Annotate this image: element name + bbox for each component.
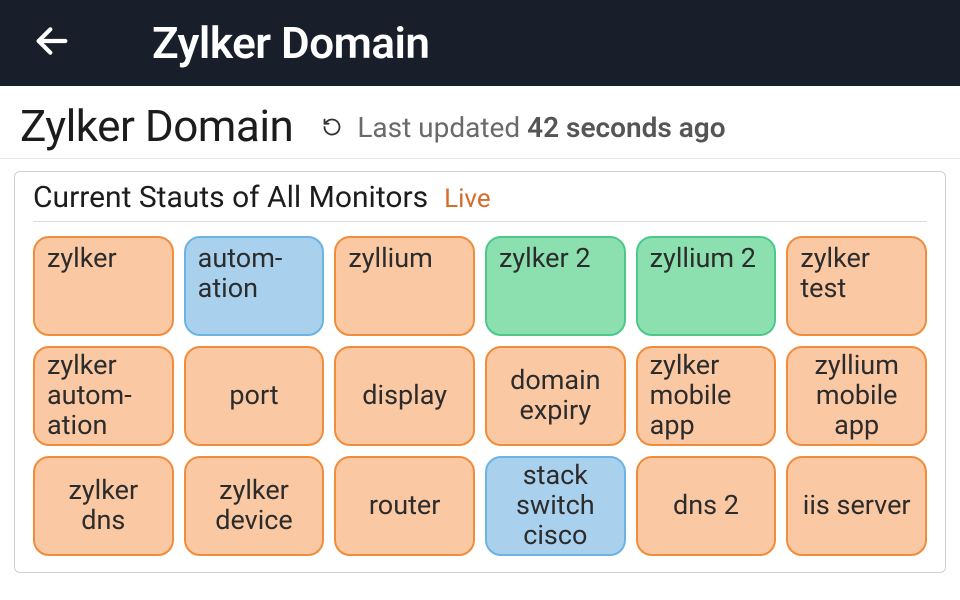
monitor-tile-label: dns 2: [673, 491, 739, 521]
refresh-wrap: Last updated 42 seconds ago: [321, 111, 725, 144]
monitor-tile[interactable]: iis server: [786, 456, 927, 556]
last-updated: Last updated 42 seconds ago: [357, 111, 725, 144]
monitor-tile[interactable]: zylker: [33, 236, 174, 336]
monitor-tile-label: zyllium: [348, 244, 432, 274]
last-updated-value: 42 seconds ago: [527, 111, 725, 144]
monitor-tile-label: zylker test: [800, 244, 913, 303]
live-badge: Live: [444, 184, 491, 214]
monitor-tile[interactable]: zylker dns: [33, 456, 174, 556]
monitor-grid: zylker autom-ation zyllium zylker 2 zyllium …: [33, 236, 927, 556]
monitor-tile[interactable]: zyllium mobile app: [786, 346, 927, 446]
monitor-tile-label: port: [229, 381, 278, 411]
monitor-tile-label: zylker autom-ation: [47, 351, 160, 440]
subheader: Zylker Domain Last updated 42 seconds ag…: [0, 86, 960, 159]
monitor-tile[interactable]: stack switch cisco: [485, 456, 626, 556]
monitor-tile-label: zylker dns: [47, 476, 160, 535]
monitor-tile[interactable]: zyllium 2: [636, 236, 777, 336]
last-updated-prefix: Last updated: [357, 111, 527, 144]
topbar-title: Zylker Domain: [152, 17, 429, 69]
page-title: Zylker Domain: [20, 100, 293, 152]
monitor-tile[interactable]: dns 2: [636, 456, 777, 556]
monitor-tile-label: iis server: [803, 491, 911, 521]
arrow-left-icon: [32, 21, 72, 65]
monitor-tile[interactable]: zylker mobile app: [636, 346, 777, 446]
topbar: Zylker Domain: [0, 0, 960, 86]
monitor-tile-label: zylker device: [198, 476, 311, 535]
monitor-tile-label: domain expiry: [499, 366, 612, 425]
monitor-tile-label: stack switch cisco: [499, 461, 612, 550]
monitor-tile-label: zyllium mobile app: [800, 351, 913, 440]
monitor-tile[interactable]: zylker test: [786, 236, 927, 336]
refresh-icon[interactable]: [321, 116, 343, 138]
monitor-tile-label: zylker mobile app: [650, 351, 763, 440]
monitor-tile[interactable]: display: [334, 346, 475, 446]
monitor-tile-label: autom-ation: [198, 244, 311, 303]
monitor-tile[interactable]: domain expiry: [485, 346, 626, 446]
card-header: Current Stauts of All Monitors Live: [33, 180, 927, 222]
monitor-tile[interactable]: port: [184, 346, 325, 446]
monitor-tile[interactable]: zylker 2: [485, 236, 626, 336]
monitor-tile[interactable]: zyllium: [334, 236, 475, 336]
monitor-tile[interactable]: zylker device: [184, 456, 325, 556]
monitor-tile-label: zyllium 2: [650, 244, 756, 274]
monitor-tile-label: display: [362, 381, 447, 411]
monitor-tile[interactable]: zylker autom-ation: [33, 346, 174, 446]
monitors-card: Current Stauts of All Monitors Live zylk…: [14, 171, 946, 573]
monitor-tile-label: router: [369, 491, 440, 521]
back-button[interactable]: [24, 15, 80, 71]
monitor-tile[interactable]: router: [334, 456, 475, 556]
card-title: Current Stauts of All Monitors: [33, 180, 428, 215]
monitor-tile[interactable]: autom-ation: [184, 236, 325, 336]
monitor-tile-label: zylker 2: [499, 244, 591, 274]
monitor-tile-label: zylker: [47, 244, 117, 274]
